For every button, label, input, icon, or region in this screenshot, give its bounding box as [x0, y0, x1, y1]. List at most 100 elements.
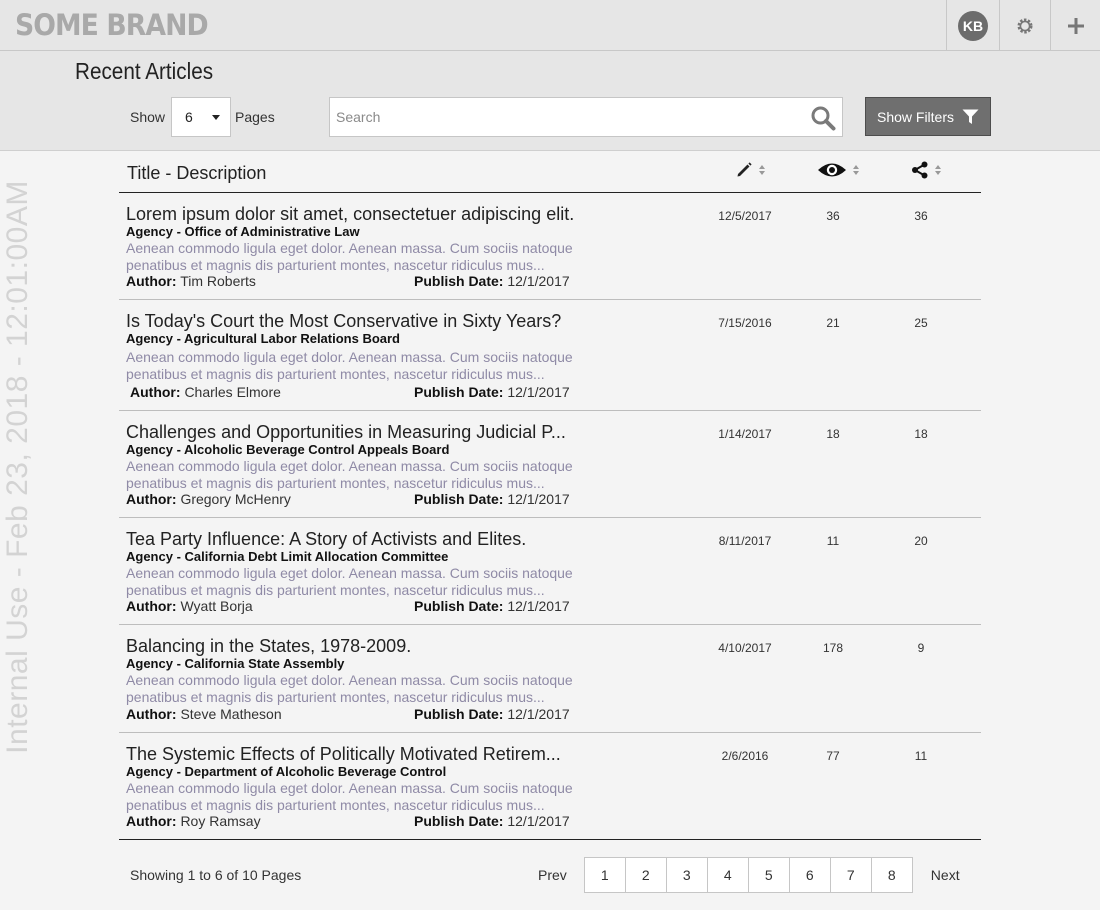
edited-column-sort[interactable]	[735, 161, 765, 179]
article-agency: Agency - Alcoholic Beverage Control Appe…	[126, 442, 450, 457]
author-label: Author:	[126, 813, 177, 829]
author-label: Author:	[130, 384, 181, 400]
article-description: Aenean commodo ligula eget dolor. Aenean…	[126, 240, 573, 273]
prev-page-button[interactable]: Prev	[520, 867, 585, 883]
publish-label: Publish Date:	[414, 706, 504, 722]
pagination-summary: Showing 1 to 6 of 10 Pages	[130, 867, 302, 883]
top-bar: SOME BRAND KB	[0, 0, 1100, 51]
page-button-2[interactable]: 2	[624, 857, 667, 893]
pencil-icon	[737, 162, 752, 177]
article-description: Aenean commodo ligula eget dolor. Aenean…	[126, 672, 573, 705]
edited-date: 2/6/2016	[721, 749, 769, 763]
publish-label: Publish Date:	[414, 384, 504, 400]
article-title[interactable]: Tea Party Influence: A Story of Activist…	[126, 529, 526, 550]
view-count: 178	[822, 641, 844, 655]
sort-arrows-icon	[935, 165, 941, 175]
table-row[interactable]: Challenges and Opportunities in Measurin…	[119, 411, 981, 518]
article-title[interactable]: Lorem ipsum dolor sit amet, consectetuer…	[126, 204, 574, 225]
article-title[interactable]: Challenges and Opportunities in Measurin…	[126, 422, 566, 443]
page-header: Recent Articles Show 6 Pages Show Filter…	[0, 51, 1100, 151]
search-input[interactable]	[330, 98, 790, 136]
table-row[interactable]: Balancing in the States, 1978-2009. Agen…	[119, 625, 981, 733]
article-publish-date: Publish Date: 12/1/2017	[414, 491, 570, 507]
article-title[interactable]: Is Today's Court the Most Conservative i…	[126, 311, 561, 332]
page-button-4[interactable]: 4	[706, 857, 749, 893]
show-filters-label: Show Filters	[876, 108, 955, 125]
publish-label: Publish Date:	[414, 273, 504, 289]
article-description: Aenean commodo ligula eget dolor. Aenean…	[126, 458, 573, 491]
article-description: Aenean commodo ligula eget dolor. Aenean…	[126, 565, 573, 598]
sort-arrows-icon	[759, 165, 765, 175]
article-publish-date: Publish Date: 12/1/2017	[414, 384, 570, 400]
settings-button[interactable]	[999, 0, 1050, 51]
article-publish-date: Publish Date: 12/1/2017	[414, 273, 570, 289]
edited-date: 12/5/2017	[718, 209, 772, 223]
user-menu-button[interactable]: KB	[946, 0, 999, 51]
author-label: Author:	[126, 598, 177, 614]
table-row[interactable]: Lorem ipsum dolor sit amet, consectetuer…	[119, 193, 981, 300]
article-agency: Agency - Office of Administrative Law	[126, 224, 360, 239]
show-filters-button[interactable]: Show Filters	[865, 97, 991, 136]
table-row[interactable]: Is Today's Court the Most Conservative i…	[119, 300, 981, 411]
edited-date: 4/10/2017	[718, 641, 772, 655]
table-header: Title - Description	[119, 151, 981, 193]
next-page-button[interactable]: Next	[913, 867, 978, 883]
publish-date-value: 12/1/2017	[507, 384, 570, 400]
page-button-7[interactable]: 7	[829, 857, 872, 893]
author-name: Steve Matheson	[180, 706, 282, 722]
plus-icon	[1067, 17, 1084, 34]
share-count: 20	[914, 534, 928, 548]
articles-table: Title - Description Lorem ipsum dolor si…	[119, 151, 981, 840]
article-agency: Agency - California Debt Limit Allocatio…	[126, 549, 449, 564]
add-button[interactable]	[1050, 0, 1100, 51]
sort-arrows-icon	[853, 165, 859, 175]
page-button-5[interactable]: 5	[747, 857, 790, 893]
page-button-6[interactable]: 6	[788, 857, 831, 893]
search-box	[329, 97, 843, 137]
show-label: Show	[130, 109, 166, 125]
pages-label: Pages	[235, 109, 275, 125]
article-author: Author: Roy Ramsay	[126, 813, 261, 829]
article-title[interactable]: The Systemic Effects of Politically Moti…	[126, 744, 561, 765]
publish-label: Publish Date:	[414, 598, 504, 614]
view-count: 11	[826, 534, 840, 548]
eye-icon	[818, 163, 846, 177]
gear-icon	[1017, 18, 1033, 33]
article-title[interactable]: Balancing in the States, 1978-2009.	[126, 636, 411, 657]
share-count: 25	[914, 316, 928, 330]
pages-select-value: 6	[185, 109, 193, 125]
share-count: 9	[917, 641, 925, 655]
table-row[interactable]: The Systemic Effects of Politically Moti…	[119, 733, 981, 840]
share-count: 36	[914, 209, 928, 223]
pages-per-view-select[interactable]: 6	[171, 97, 231, 137]
share-count: 18	[914, 427, 928, 441]
brand-logo[interactable]: SOME BRAND	[15, 8, 209, 42]
views-column-sort[interactable]	[817, 161, 859, 179]
publish-date-value: 12/1/2017	[507, 813, 570, 829]
article-publish-date: Publish Date: 12/1/2017	[414, 598, 570, 614]
page-button-8[interactable]: 8	[870, 857, 913, 893]
avatar[interactable]: KB	[958, 10, 988, 41]
publish-label: Publish Date:	[414, 813, 504, 829]
page-button-3[interactable]: 3	[665, 857, 708, 893]
search-icon[interactable]	[810, 105, 836, 131]
publish-label: Publish Date:	[414, 491, 504, 507]
publish-date-value: 12/1/2017	[507, 706, 570, 722]
view-count: 36	[826, 209, 840, 223]
article-author: Author: Tim Roberts	[126, 273, 256, 289]
shares-column-sort[interactable]	[911, 161, 941, 179]
caret-down-icon	[212, 115, 220, 120]
article-publish-date: Publish Date: 12/1/2017	[414, 813, 570, 829]
watermark-text: Internal Use - Feb 23, 2018 - 12:01:00AM	[1, 180, 34, 754]
article-description: Aenean commodo ligula eget dolor. Aenean…	[126, 349, 573, 382]
title-description-header[interactable]: Title - Description	[127, 163, 266, 184]
article-agency: Agency - Agricultural Labor Relations Bo…	[126, 331, 401, 346]
author-name: Wyatt Borja	[180, 598, 253, 614]
author-name: Gregory McHenry	[180, 491, 291, 507]
table-row[interactable]: Tea Party Influence: A Story of Activist…	[119, 518, 981, 625]
page-button-1[interactable]: 1	[583, 857, 626, 893]
article-author: Author: Gregory McHenry	[126, 491, 291, 507]
article-author: Author: Charles Elmore	[130, 384, 281, 400]
pagination: Prev 1 2 3 4 5 6 7 8 Next	[520, 857, 978, 893]
view-count: 18	[826, 427, 840, 441]
